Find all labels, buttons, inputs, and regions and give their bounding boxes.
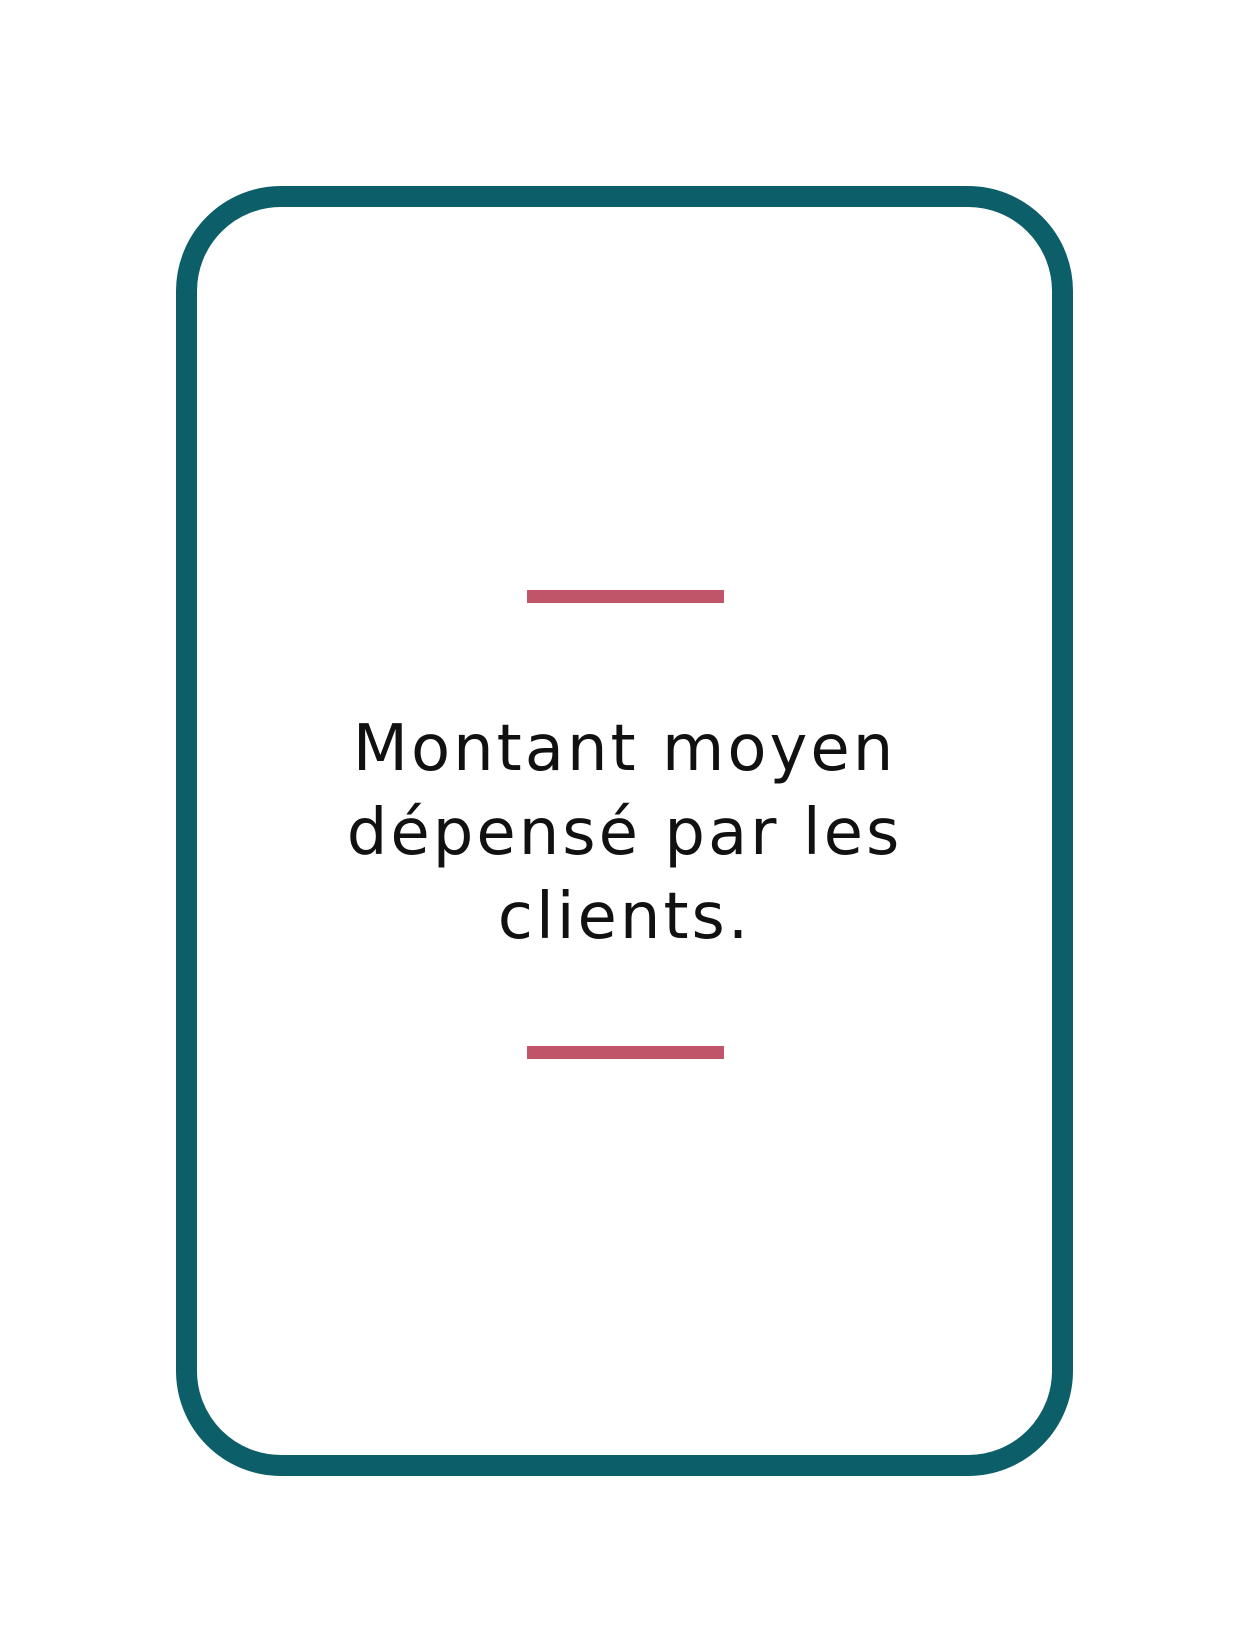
card-label: Montant moyen dépensé par les clients. <box>260 707 989 959</box>
card-label-line-2: dépensé par les <box>346 796 903 870</box>
bottom-divider <box>527 1046 724 1059</box>
card-label-line-1: Montant moyen <box>352 712 897 786</box>
card-label-line-3: clients. <box>497 880 752 954</box>
top-divider <box>527 590 724 603</box>
